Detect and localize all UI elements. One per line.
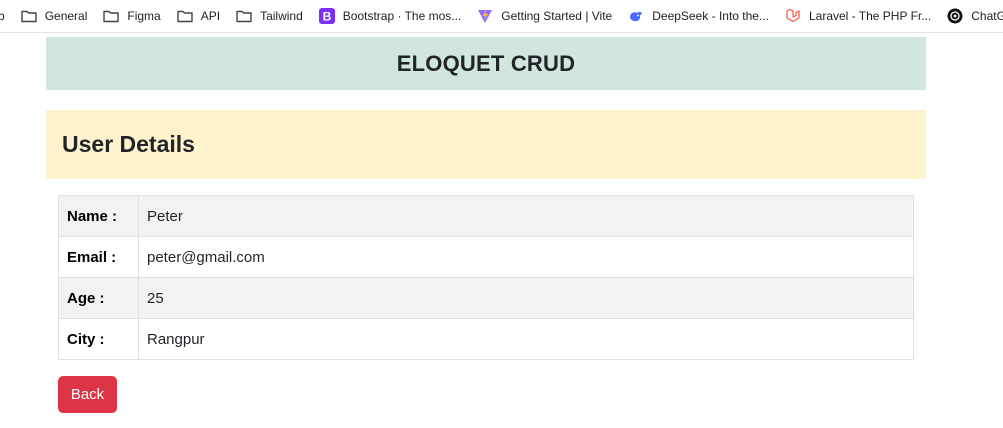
page-header: ELOQUET CRUD <box>46 37 926 90</box>
card-title: User Details <box>62 131 195 157</box>
detail-label-name: Name : <box>58 195 139 237</box>
bookmark-folder-general[interactable]: General <box>13 4 96 28</box>
folder-icon <box>236 8 252 24</box>
table-row: Age : 25 <box>58 277 914 319</box>
bookmark-label: Bootstrap · The mos... <box>342 9 462 23</box>
folder-icon <box>103 8 120 24</box>
detail-label-email: Email : <box>58 236 139 278</box>
bookmark-label: Figma <box>127 9 161 23</box>
bookmark-item[interactable]: b <box>0 4 13 28</box>
chatgpt-icon <box>947 8 963 24</box>
vite-icon <box>477 8 493 24</box>
detail-value-name: Peter <box>138 195 914 237</box>
bookmark-deepseek[interactable]: DeepSeek - Into the... <box>620 4 777 28</box>
bootstrap-icon: B <box>318 8 335 24</box>
user-details-table: Name : Peter Email : peter@gmail.com Age… <box>58 195 914 360</box>
folder-icon <box>177 8 193 24</box>
bookmark-folder-figma[interactable]: Figma <box>95 4 168 28</box>
bookmark-label: Laravel - The PHP Fr... <box>808 9 932 23</box>
folder-icon <box>20 8 37 24</box>
bookmark-folder-api[interactable]: API <box>169 4 228 28</box>
detail-label-city: City : <box>58 318 139 360</box>
table-row: Email : peter@gmail.com <box>58 236 914 278</box>
deepseek-icon <box>628 8 644 24</box>
bookmark-label: General <box>44 9 88 23</box>
table-row: City : Rangpur <box>58 318 914 360</box>
bookmark-label: Getting Started | Vite <box>501 9 613 23</box>
back-button[interactable]: Back <box>58 376 117 413</box>
laravel-icon <box>785 8 801 24</box>
detail-value-email: peter@gmail.com <box>138 236 914 278</box>
bookmark-label: ChatGPT <box>971 9 1003 23</box>
bookmark-folder-tailwind[interactable]: Tailwind <box>228 4 311 28</box>
bookmark-bootstrap[interactable]: B Bootstrap · The mos... <box>311 4 470 28</box>
detail-value-age: 25 <box>138 277 914 319</box>
detail-value-city: Rangpur <box>138 318 914 360</box>
page-title: ELOQUET CRUD <box>396 50 576 76</box>
bookmark-label: DeepSeek - Into the... <box>652 9 769 23</box>
card-header: User Details <box>46 110 926 179</box>
bookmark-chatgpt[interactable]: ChatGPT <box>939 4 1003 28</box>
bookmark-vite[interactable]: Getting Started | Vite <box>469 4 620 28</box>
bookmarks-bar: b General Figma API Tailwind B Bootstrap… <box>0 0 1003 33</box>
bookmark-label: Tailwind <box>260 9 303 23</box>
detail-label-age: Age : <box>58 277 139 319</box>
bookmark-label: API <box>200 9 221 23</box>
bookmark-label: b <box>0 9 5 23</box>
table-row: Name : Peter <box>58 195 914 237</box>
bookmark-laravel[interactable]: Laravel - The PHP Fr... <box>777 4 939 28</box>
svg-text:B: B <box>322 10 331 24</box>
